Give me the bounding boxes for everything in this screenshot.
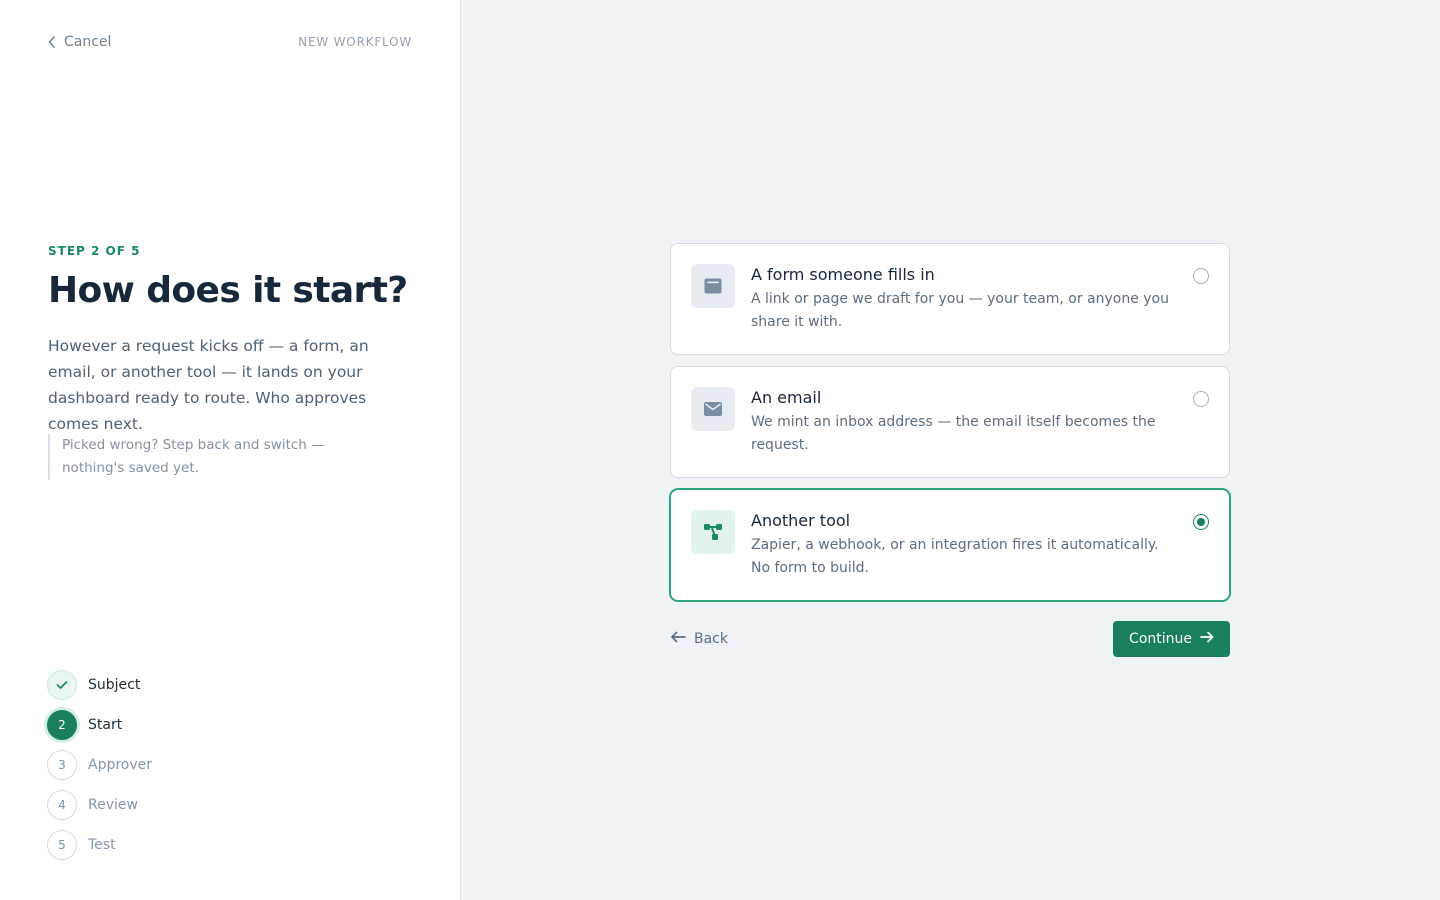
step-start[interactable]: 2 Start xyxy=(47,710,152,740)
step-indicator: STEP 2 OF 5 xyxy=(48,244,141,258)
arrow-left-icon xyxy=(670,631,686,647)
step-label: Approver xyxy=(88,757,153,773)
option-another-tool[interactable]: Another tool Zapier, a webhook, or an in… xyxy=(670,489,1230,601)
step-number: 2 xyxy=(47,710,77,740)
chevron-left-icon xyxy=(48,36,56,48)
integration-icon xyxy=(691,510,735,554)
top-bar: Cancel NEW WORKFLOW xyxy=(48,32,412,52)
stepper: Subject 2 Start 3 Approver 4 Review 5 Te… xyxy=(47,670,152,870)
form-icon xyxy=(691,264,735,308)
step-label: Review xyxy=(88,797,138,813)
mail-icon xyxy=(691,387,735,431)
step-subject[interactable]: Subject xyxy=(47,670,152,700)
arrow-right-icon xyxy=(1200,631,1214,647)
step-label: Subject xyxy=(88,677,141,693)
step-approver[interactable]: 3 Approver xyxy=(47,750,152,780)
step-test[interactable]: 5 Test xyxy=(47,830,152,860)
option-description: A link or page we draft for you — your t… xyxy=(751,291,1169,330)
cancel-button[interactable]: Cancel xyxy=(48,34,111,50)
hint-note: Picked wrong? Step back and switch — not… xyxy=(48,434,388,480)
option-description: We mint an inbox address — the email its… xyxy=(751,414,1156,453)
workflow-label: NEW WORKFLOW xyxy=(298,35,412,49)
cancel-label: Cancel xyxy=(64,34,112,50)
option-email[interactable]: An email We mint an inbox address — the … xyxy=(670,366,1230,478)
option-title: A form someone fills in xyxy=(751,265,935,284)
action-bar: Back Continue xyxy=(670,621,1230,657)
continue-button[interactable]: Continue xyxy=(1113,621,1230,657)
back-button[interactable]: Back xyxy=(670,631,728,647)
step-number: 3 xyxy=(47,750,77,780)
step-number: 5 xyxy=(47,830,77,860)
option-title: An email xyxy=(751,388,822,407)
continue-label: Continue xyxy=(1129,631,1192,647)
step-label: Start xyxy=(88,717,123,733)
step-review[interactable]: 4 Review xyxy=(47,790,152,820)
page-description: However a request kicks off — a form, an… xyxy=(48,337,369,433)
radio-button-selected[interactable] xyxy=(1193,514,1209,530)
check-icon xyxy=(47,670,77,700)
option-title: Another tool xyxy=(751,511,851,530)
back-label: Back xyxy=(694,631,728,647)
radio-button[interactable] xyxy=(1193,268,1209,284)
option-form[interactable]: A form someone fills in A link or page w… xyxy=(670,243,1230,355)
start-options: A form someone fills in A link or page w… xyxy=(670,243,1230,612)
radio-button[interactable] xyxy=(1193,391,1209,407)
option-description: Zapier, a webhook, or an integration fir… xyxy=(751,537,1159,576)
step-label: Test xyxy=(88,837,116,853)
page-title: How does it start? xyxy=(48,270,408,311)
step-number: 4 xyxy=(47,790,77,820)
left-panel: Cancel NEW WORKFLOW STEP 2 OF 5 How does… xyxy=(0,0,461,900)
